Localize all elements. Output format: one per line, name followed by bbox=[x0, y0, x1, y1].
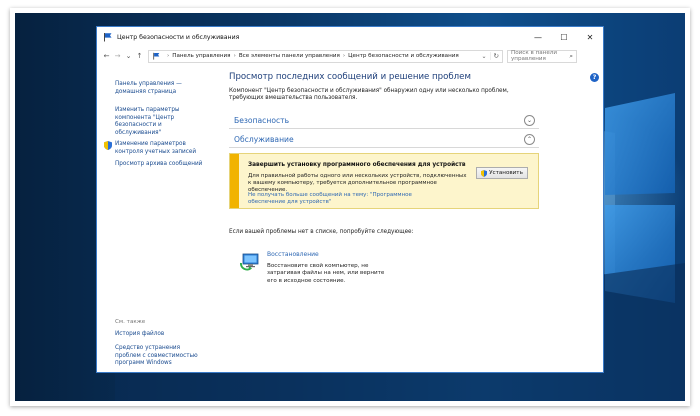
search-icon[interactable]: ⌕ bbox=[569, 52, 576, 61]
recent-locations-dropdown[interactable]: ⌄ bbox=[123, 52, 134, 60]
forward-button[interactable]: → bbox=[112, 52, 123, 60]
main-pane: ? Просмотр последних сообщений и решение… bbox=[219, 65, 599, 372]
section-security[interactable]: Безопасность ⌄ bbox=[229, 112, 539, 129]
install-button[interactable]: Установить bbox=[476, 167, 528, 179]
address-bar[interactable]: › Панель управления › Все элементы панел… bbox=[148, 49, 503, 63]
alert-disable-link[interactable]: Не получать больше сообщений на тему: "П… bbox=[248, 192, 428, 206]
maintenance-alert: Завершить установку программного обеспеч… bbox=[229, 153, 539, 209]
back-button[interactable]: ← bbox=[101, 52, 112, 60]
warning-stripe bbox=[230, 154, 239, 208]
chevron-down-icon[interactable]: ⌄ bbox=[524, 115, 535, 126]
section-label: Безопасность bbox=[234, 115, 290, 125]
intro-text: Компонент "Центр безопасности и обслужив… bbox=[229, 88, 509, 102]
flag-icon bbox=[104, 33, 112, 42]
minimize-button[interactable]: — bbox=[525, 27, 551, 47]
page-title: Просмотр последних сообщений и решение п… bbox=[229, 72, 471, 82]
chevron-down-icon[interactable]: ⌄ bbox=[479, 53, 490, 60]
sidebar-link-home[interactable]: Панель управления — домашняя страница bbox=[115, 81, 207, 96]
recovery-description: Восстановите свой компьютер, не затрагив… bbox=[267, 263, 385, 284]
chevron-up-icon[interactable]: ⌃ bbox=[524, 134, 535, 145]
sidebar-link-label: Изменение параметров контроля учетных за… bbox=[115, 141, 197, 155]
maximize-button[interactable]: ☐ bbox=[551, 27, 577, 47]
uac-shield-icon bbox=[104, 141, 112, 150]
breadcrumb-item[interactable]: Панель управления bbox=[172, 53, 230, 59]
window-title: Центр безопасности и обслуживания bbox=[117, 33, 240, 41]
sidebar-link-file-history[interactable]: История файлов bbox=[115, 331, 207, 339]
uac-shield-icon bbox=[481, 169, 488, 177]
alert-title: Завершить установку программного обеспеч… bbox=[248, 162, 466, 168]
refresh-icon[interactable]: ↻ bbox=[489, 52, 502, 60]
sidebar-link-compatibility-troubleshooter[interactable]: Средство устранения проблем с совместимо… bbox=[115, 345, 207, 368]
breadcrumb-separator: › bbox=[342, 53, 346, 59]
help-icon[interactable]: ? bbox=[590, 73, 599, 82]
sidebar-link-change-settings[interactable]: Изменить параметры компонента "Центр без… bbox=[115, 107, 207, 137]
close-button[interactable]: ✕ bbox=[577, 27, 603, 47]
recovery-icon[interactable] bbox=[240, 251, 260, 271]
breadcrumb-separator: › bbox=[233, 53, 236, 59]
up-button[interactable]: ↑ bbox=[134, 52, 145, 60]
control-panel-window: Центр безопасности и обслуживания — ☐ ✕ … bbox=[96, 26, 604, 373]
search-placeholder: Поиск в панели управления bbox=[511, 50, 557, 62]
address-toolbar: ← → ⌄ ↑ › Панель управления › Все элемен… bbox=[97, 47, 603, 65]
install-button-label: Установить bbox=[489, 170, 523, 176]
flag-icon bbox=[153, 52, 160, 60]
sidebar-link-uac[interactable]: Изменение параметров контроля учетных за… bbox=[104, 141, 207, 156]
breadcrumb-item[interactable]: Все элементы панели управления bbox=[239, 53, 340, 59]
title-bar[interactable]: Центр безопасности и обслуживания — ☐ ✕ bbox=[97, 27, 603, 47]
recovery-link[interactable]: Восстановление bbox=[267, 251, 319, 258]
sidebar-link-message-archive[interactable]: Просмотр архива сообщений bbox=[115, 161, 207, 169]
try-following-text: Если вашей проблемы нет в списке, попроб… bbox=[229, 229, 414, 235]
section-maintenance[interactable]: Обслуживание ⌃ bbox=[229, 131, 539, 148]
content-area: Панель управления — домашняя страница Из… bbox=[97, 65, 603, 372]
breadcrumb-item[interactable]: Центр безопасности и обслуживания bbox=[348, 53, 459, 59]
search-input[interactable]: Поиск в панели управления ⌕ bbox=[507, 49, 577, 63]
breadcrumb-separator: › bbox=[167, 53, 170, 59]
see-also-heading: См. также bbox=[115, 319, 146, 325]
window-controls: — ☐ ✕ bbox=[525, 27, 603, 47]
section-label: Обслуживание bbox=[234, 134, 294, 144]
sidebar: Панель управления — домашняя страница Из… bbox=[97, 65, 209, 372]
